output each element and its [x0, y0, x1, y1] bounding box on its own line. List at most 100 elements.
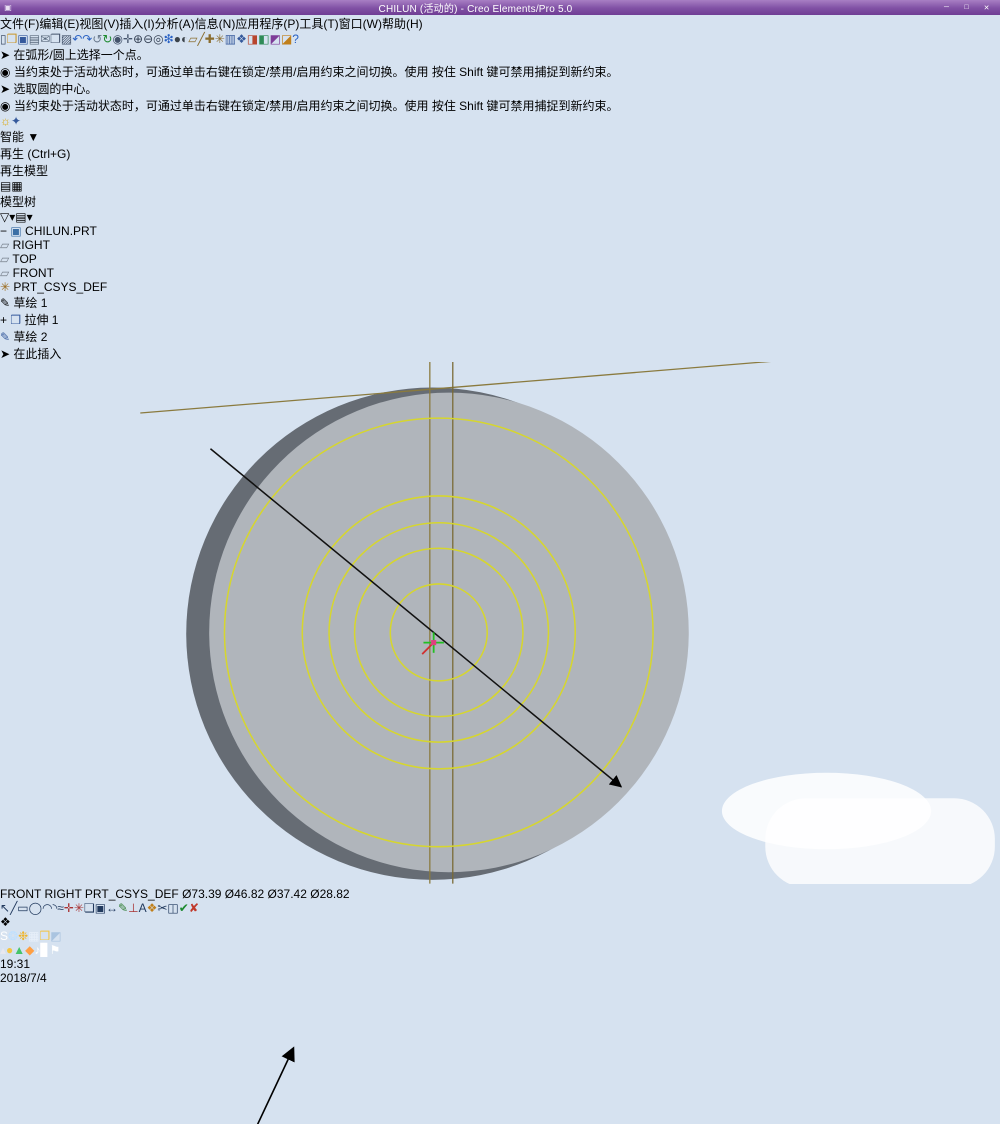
regenerate-manager-icon[interactable]: ↺: [92, 32, 102, 46]
regenerate-icon[interactable]: ↻: [102, 32, 112, 46]
graphics-viewport[interactable]: FRONT RIGHT PRT_CSYS_DEF Ø73.39 Ø46.82 Ø…: [0, 346, 1000, 901]
arc-icon[interactable]: ◠: [42, 901, 52, 915]
email-icon[interactable]: ✉: [40, 32, 50, 46]
undo-icon[interactable]: ↶: [72, 32, 82, 46]
print-icon[interactable]: ▤: [29, 32, 40, 46]
tray-security-icon[interactable]: ●: [6, 943, 13, 957]
model-tree-tab[interactable]: ▤: [0, 179, 11, 193]
menu-info[interactable]: 信息(N): [195, 17, 236, 31]
refit-icon[interactable]: ◎: [153, 32, 163, 46]
menu-tools[interactable]: 工具(T): [299, 17, 338, 31]
menu-applications[interactable]: 应用程序(P): [235, 17, 299, 31]
dimension-label[interactable]: Ø46.82: [225, 887, 264, 901]
menu-analysis[interactable]: 分析(A): [155, 17, 195, 31]
paste-icon[interactable]: ▨: [61, 32, 72, 46]
tray-update-icon[interactable]: ▲: [13, 943, 25, 957]
view-manager-icon[interactable]: ❖: [236, 32, 247, 46]
expander-icon[interactable]: −: [0, 224, 7, 238]
tray-flag-icon[interactable]: ⚑: [50, 943, 61, 957]
tree-item-prt-csys-def[interactable]: ✳ PRT_CSYS_DEF: [0, 280, 1000, 294]
tree-item-top[interactable]: ▱ TOP: [0, 252, 1000, 266]
viewport-canvas[interactable]: [0, 346, 1000, 888]
menu-insert[interactable]: 插入(I): [119, 17, 154, 31]
constraint-icon[interactable]: ⊥: [128, 901, 138, 915]
mirror-icon[interactable]: ◫: [167, 901, 178, 915]
csys-toggle-icon[interactable]: ✳: [215, 32, 225, 46]
tree-item-right[interactable]: ▱ RIGHT: [0, 238, 1000, 252]
offset-icon[interactable]: ▣: [95, 901, 106, 915]
running-app-icon[interactable]: ▦: [28, 929, 39, 943]
tree-column-settings-button[interactable]: ▤▾: [15, 210, 32, 224]
datum-display-csys-icon[interactable]: ◪: [281, 32, 292, 46]
menu-help[interactable]: 帮助(H): [382, 17, 423, 31]
text-icon[interactable]: A: [139, 901, 147, 915]
point-icon[interactable]: ✛: [64, 901, 74, 915]
quit-icon[interactable]: ✘: [189, 901, 199, 915]
trim-icon[interactable]: ✂: [157, 901, 167, 915]
snap-settings-icon[interactable]: ✦: [11, 114, 21, 128]
datum-axis-toggle-icon[interactable]: ╱: [197, 32, 204, 46]
close-button[interactable]: ✕: [977, 2, 996, 13]
spline-icon[interactable]: ≈: [57, 901, 64, 915]
menu-file[interactable]: 文件(F): [0, 17, 39, 31]
tray-im-icon[interactable]: ◆: [25, 943, 34, 957]
maximize-button[interactable]: □: [957, 2, 976, 13]
file-explorer-icon[interactable]: ❒: [39, 929, 50, 943]
minimize-button[interactable]: ─: [937, 2, 956, 13]
expander-icon[interactable]: +: [0, 313, 7, 327]
tree-item-insert-here[interactable]: ➤ 在此插入: [0, 345, 1000, 362]
datum-display-points-icon[interactable]: ◩: [270, 32, 281, 46]
dimension-label[interactable]: Ø37.42: [268, 887, 307, 901]
title-bar: ▣ CHILUN (活动的) - Creo Elements/Pro 5.0 ─…: [0, 0, 1000, 15]
dimension-icon[interactable]: ↔: [106, 901, 118, 915]
layer-tree-tab[interactable]: ▦: [11, 179, 22, 193]
dimension-label[interactable]: Ø28.82: [310, 887, 349, 901]
dimension-label[interactable]: Ø73.39: [182, 887, 221, 901]
use-edge-icon[interactable]: ❏: [84, 901, 95, 915]
line-icon[interactable]: ╱: [10, 901, 17, 915]
tree-item-sketch-1[interactable]: ✎ 草绘 1: [0, 294, 1000, 311]
tree-item-front[interactable]: ▱ FRONT: [0, 266, 1000, 280]
smart-filter-select[interactable]: 智能 ▼: [0, 128, 1000, 145]
taskbar-clock[interactable]: 19:31 2018/7/4: [0, 957, 1000, 985]
copy-icon[interactable]: ❐: [50, 32, 61, 46]
tree-item-chilun-prt[interactable]: − ▣ CHILUN.PRT: [0, 224, 1000, 238]
menu-view[interactable]: 视图(V): [79, 17, 119, 31]
circle-icon[interactable]: ◯: [29, 901, 42, 915]
menu-edit[interactable]: 编辑(E): [39, 17, 79, 31]
sketch-csys-icon[interactable]: ✳: [74, 901, 84, 915]
save-icon[interactable]: ▣: [17, 32, 28, 46]
tooltip-description: 再生模型: [0, 164, 49, 178]
rectangle-icon[interactable]: ▭: [17, 901, 28, 915]
zoom-out-icon[interactable]: ⊖: [143, 32, 153, 46]
zoom-in-icon[interactable]: ⊕: [133, 32, 143, 46]
repaint-icon[interactable]: ❇: [164, 32, 174, 46]
palette-icon[interactable]: ❖: [147, 901, 158, 915]
new-file-icon[interactable]: ▯: [0, 32, 7, 46]
suggestion-bulb-icon[interactable]: ☼: [0, 114, 11, 128]
start-button[interactable]: ❖: [0, 915, 11, 929]
open-file-icon[interactable]: ❒: [7, 32, 18, 46]
tree-item-sketch-2[interactable]: ✎ 草绘 2: [0, 328, 1000, 345]
done-icon[interactable]: ✔: [179, 901, 189, 915]
menu-window[interactable]: 窗口(W): [339, 17, 382, 31]
network-app-icon[interactable]: ❂: [8, 929, 18, 943]
select-filter-icon[interactable]: ✛: [123, 32, 133, 46]
context-help-icon[interactable]: ?: [292, 32, 299, 46]
layers-icon[interactable]: ▥: [225, 32, 236, 46]
modify-icon[interactable]: ✎: [118, 901, 128, 915]
select-icon[interactable]: ↖: [0, 901, 10, 915]
palette-app-icon[interactable]: ❉: [18, 929, 28, 943]
datum-point-toggle-icon[interactable]: ✚: [205, 32, 215, 46]
tree-show-filter-button[interactable]: ▽▾: [0, 210, 15, 224]
tray-network-icon[interactable]: ▊: [40, 943, 49, 957]
redo-icon[interactable]: ↷: [82, 32, 92, 46]
datum-display-axes-icon[interactable]: ◧: [258, 32, 269, 46]
shaded-display-icon[interactable]: ●: [174, 32, 181, 46]
tree-item-extrude-1[interactable]: + ❒ 拉伸 1: [0, 311, 1000, 328]
sogou-browser-icon[interactable]: S: [0, 929, 8, 943]
proe-taskbar-icon[interactable]: ◩: [50, 929, 61, 943]
datum-display-planes-icon[interactable]: ◨: [247, 32, 258, 46]
find-icon[interactable]: ◉: [112, 32, 122, 46]
chevron-down-icon[interactable]: ▼: [27, 130, 39, 144]
